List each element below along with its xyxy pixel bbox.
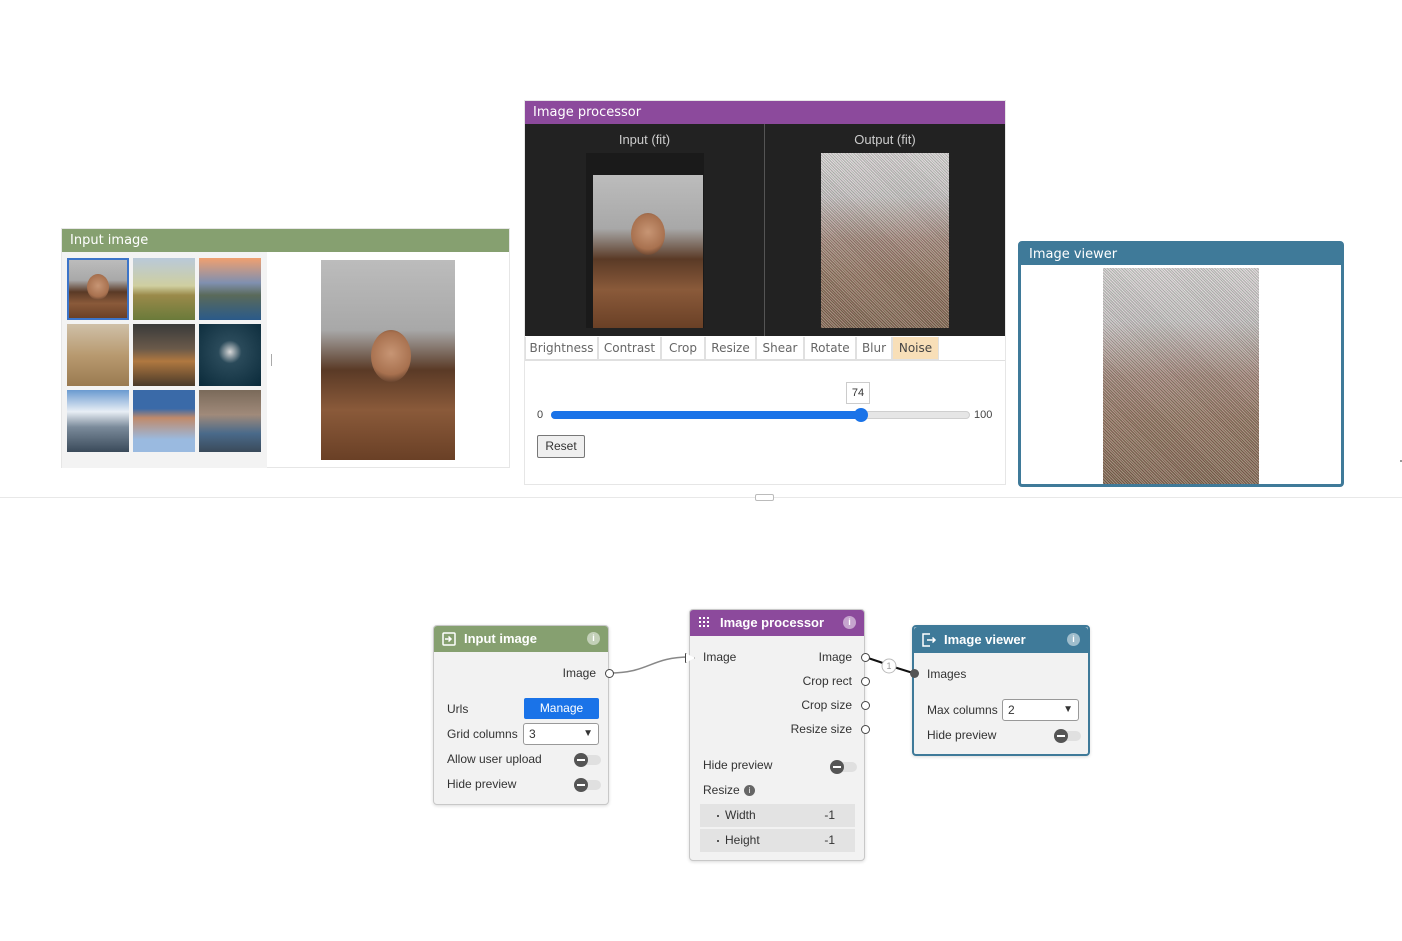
allow-upload-label: Allow user upload bbox=[447, 752, 542, 766]
height-value[interactable]: -1 bbox=[824, 829, 835, 852]
max-columns-value: 2 bbox=[1008, 703, 1015, 717]
width-label: Width bbox=[725, 808, 756, 822]
image-viewer-node[interactable]: Image viewer i Images Max columns 2 ▼ Hi… bbox=[910, 625, 1090, 756]
width-param-row[interactable]: Width -1 bbox=[700, 804, 855, 827]
viewer-hide-preview-label: Hide preview bbox=[927, 728, 997, 742]
grid-columns-value: 3 bbox=[529, 727, 536, 741]
height-param-row[interactable]: Height -1 bbox=[700, 829, 855, 852]
input-image-node-header[interactable]: Input image i bbox=[434, 626, 608, 652]
processor-hide-preview-label: Hide preview bbox=[703, 758, 773, 772]
height-label: Height bbox=[725, 833, 760, 847]
viewer-images-input-socket[interactable] bbox=[910, 669, 919, 678]
input-image-node-title: Input image bbox=[464, 631, 537, 646]
image-processor-node-title: Image processor bbox=[720, 615, 825, 630]
info-icon[interactable]: i bbox=[587, 632, 600, 645]
resize-section-label: Resize bbox=[703, 783, 740, 797]
input-hide-preview-toggle[interactable] bbox=[574, 778, 601, 792]
resize-size-socket[interactable] bbox=[861, 725, 870, 734]
input-node-output-label: Image bbox=[562, 666, 596, 680]
wire-input-to-processor bbox=[608, 656, 691, 674]
grid-columns-select[interactable]: 3 ▼ bbox=[523, 723, 599, 745]
input-node-image-socket[interactable] bbox=[605, 669, 614, 678]
crop-rect-label: Crop rect bbox=[802, 674, 852, 688]
info-icon[interactable]: i bbox=[1067, 633, 1080, 646]
input-icon bbox=[442, 632, 456, 646]
processor-image-input-socket[interactable] bbox=[685, 653, 695, 663]
image-processor-node-header[interactable]: Image processor i bbox=[690, 610, 864, 636]
processor-output-image-label: Image bbox=[818, 650, 852, 664]
max-columns-select[interactable]: 2 ▼ bbox=[1002, 699, 1079, 721]
input-image-node[interactable]: Input image i Image Urls Manage Grid col… bbox=[433, 625, 614, 805]
grid-columns-label: Grid columns bbox=[447, 727, 518, 741]
width-value[interactable]: -1 bbox=[824, 804, 835, 827]
urls-label: Urls bbox=[447, 702, 469, 716]
processor-image-output-socket[interactable] bbox=[861, 653, 870, 662]
image-viewer-node-title: Image viewer bbox=[944, 632, 1026, 647]
resize-info-icon[interactable]: i bbox=[744, 785, 755, 796]
chevron-down-icon: ▼ bbox=[583, 728, 593, 739]
processor-input-label: Image bbox=[703, 650, 737, 664]
input-hide-preview-label: Hide preview bbox=[447, 777, 517, 791]
max-columns-label: Max columns bbox=[927, 703, 998, 717]
crop-size-label: Crop size bbox=[801, 698, 852, 712]
image-processor-node[interactable]: Image processor i Image Image Crop rect … bbox=[685, 609, 870, 861]
output-icon bbox=[922, 633, 937, 647]
bullet-dot bbox=[717, 815, 719, 817]
viewer-hide-preview-toggle[interactable] bbox=[1054, 729, 1081, 743]
viewer-images-label: Images bbox=[927, 667, 967, 681]
allow-upload-toggle[interactable] bbox=[574, 753, 601, 767]
grid-icon bbox=[699, 617, 709, 627]
bullet-dot bbox=[717, 840, 719, 842]
chevron-down-icon: ▼ bbox=[1063, 704, 1073, 715]
connection-badge: 1 bbox=[886, 661, 892, 671]
resize-size-label: Resize size bbox=[790, 722, 852, 736]
crop-size-socket[interactable] bbox=[861, 701, 870, 710]
info-icon[interactable]: i bbox=[843, 616, 856, 629]
crop-rect-socket[interactable] bbox=[861, 677, 870, 686]
manage-button[interactable]: Manage bbox=[524, 698, 599, 719]
processor-hide-preview-toggle[interactable] bbox=[830, 760, 857, 774]
image-viewer-node-header[interactable]: Image viewer i bbox=[914, 627, 1088, 653]
